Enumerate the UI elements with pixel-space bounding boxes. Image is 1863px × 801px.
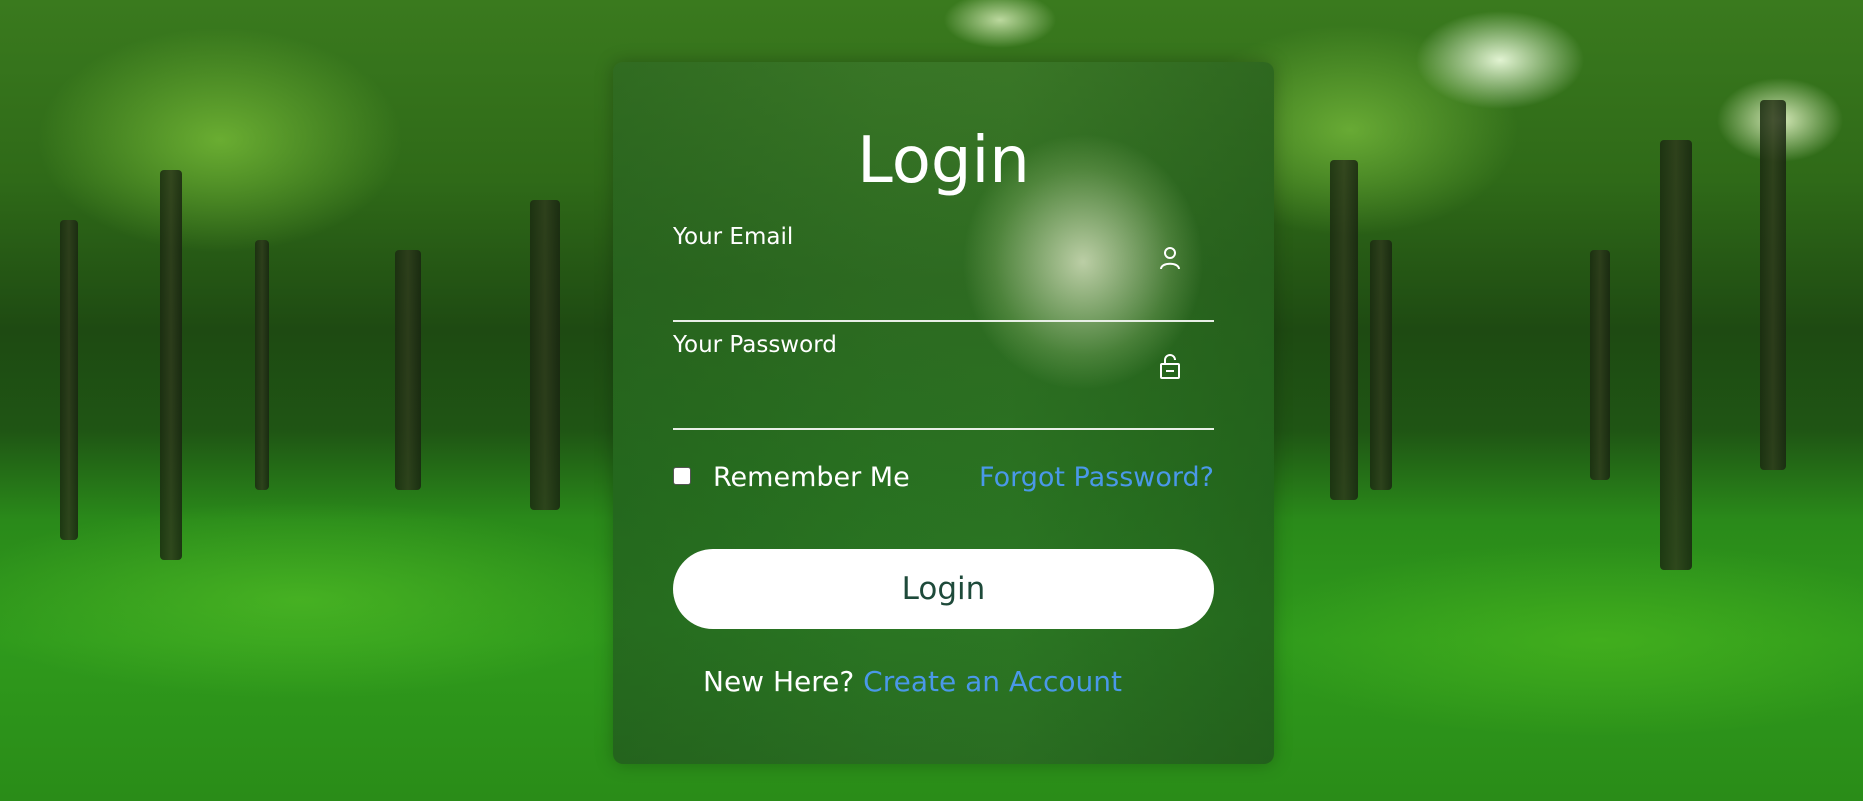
email-input[interactable] xyxy=(673,262,1157,304)
remember-me-checkbox[interactable] xyxy=(673,467,691,485)
password-field: Your Password xyxy=(673,330,1214,430)
password-label: Your Password xyxy=(673,332,837,358)
tree-trunk xyxy=(530,200,560,510)
tree-trunk xyxy=(1660,140,1692,570)
forgot-password-link[interactable]: Forgot Password? xyxy=(979,460,1214,496)
tree-trunk xyxy=(1330,160,1358,500)
login-title: Login xyxy=(857,124,1030,198)
unlock-icon xyxy=(1160,354,1180,379)
tree-trunk xyxy=(60,220,78,540)
signup-row: New Here? Create an Account xyxy=(703,662,1122,702)
signup-prompt: New Here? xyxy=(703,665,864,698)
tree-trunk xyxy=(160,170,182,560)
login-button[interactable]: Login xyxy=(673,549,1214,629)
remember-me-label[interactable]: Remember Me xyxy=(713,460,910,496)
email-field: Your Email xyxy=(673,222,1214,322)
user-icon xyxy=(1160,247,1180,270)
tree-trunk xyxy=(1370,240,1392,490)
tree-trunk xyxy=(1760,100,1786,470)
remember-row: Remember Me Forgot Password? xyxy=(673,460,1214,500)
tree-trunk xyxy=(1590,250,1610,480)
tree-trunk xyxy=(395,250,421,490)
tree-trunk xyxy=(255,240,269,490)
email-label: Your Email xyxy=(673,224,794,250)
create-account-link[interactable]: Create an Account xyxy=(863,665,1122,698)
password-input[interactable] xyxy=(673,370,1157,412)
login-card: Login Your Email Your Password Remember … xyxy=(613,62,1274,764)
